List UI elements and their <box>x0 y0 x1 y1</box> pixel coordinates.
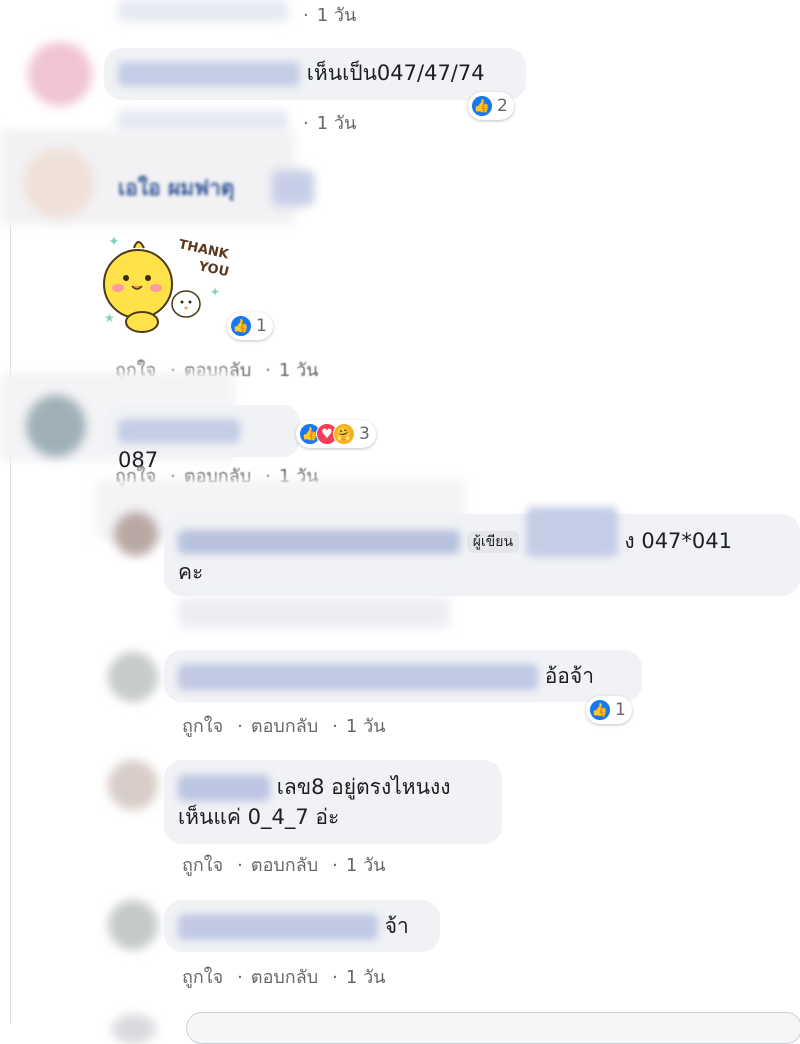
blurred-name <box>178 914 378 940</box>
sticker[interactable]: ✦ ✦ ★ THANK YOU <box>100 226 240 338</box>
comment-time[interactable]: 1 วัน <box>346 716 386 737</box>
svg-text:★: ★ <box>104 311 115 325</box>
avatar[interactable] <box>108 760 158 810</box>
commenter-name[interactable]: เอใอ ผมฟาตุ <box>118 172 234 205</box>
svg-text:YOU: YOU <box>196 259 230 280</box>
reply-input[interactable] <box>186 1012 800 1044</box>
comment-time[interactable]: 1 วัน <box>279 360 319 381</box>
blurred-name <box>178 664 538 690</box>
thread-line <box>10 225 11 1023</box>
comment-text: อ้อจ้า <box>544 664 595 688</box>
comment-bubble: เลข8 อยู่ตรงไหนงง เห็นแค่ 0_4_7 อ่ะ <box>164 760 502 844</box>
comment-text: จ้า <box>384 914 409 938</box>
blurred-name <box>118 419 240 443</box>
blurred-text <box>525 507 618 557</box>
avatar[interactable] <box>28 42 92 106</box>
author-badge: ผู้เขียน <box>466 531 520 553</box>
comment-bubble: ผู้เขียน ง 047*041 คะ <box>164 507 800 596</box>
reply-button[interactable]: ตอบกลับ <box>251 855 318 876</box>
blurred-name <box>272 170 314 206</box>
avatar[interactable] <box>108 900 158 950</box>
like-button[interactable]: ถูกใจ <box>182 967 223 988</box>
comment-bubble: 087 <box>104 405 300 472</box>
avatar[interactable] <box>114 512 158 556</box>
svg-text:✦: ✦ <box>210 285 220 299</box>
blurred-name <box>178 775 270 801</box>
blurred-meta <box>118 0 288 22</box>
comment-actions: ถูกใจ · ตอบกลับ · 1 วัน <box>182 967 386 988</box>
comment-text-line2: เห็นแค่ 0_4_7 อ่ะ <box>178 805 340 829</box>
comment-text: ง 047*041 <box>624 529 733 553</box>
svg-text:✦: ✦ <box>108 234 120 250</box>
comment-time[interactable]: · 1 วัน <box>295 108 362 137</box>
reaction-summary[interactable]: 👍 1 <box>586 696 632 724</box>
comment-actions: ถูกใจ · ตอบกลับ · 1 วัน <box>182 716 386 737</box>
reaction-summary[interactable]: 👍 ♥ 🤗 3 <box>296 420 376 448</box>
reaction-summary[interactable]: 👍 2 <box>468 92 514 120</box>
avatar[interactable] <box>112 1014 156 1044</box>
avatar[interactable] <box>108 652 158 702</box>
chick-sticker-icon: ✦ ✦ ★ THANK YOU <box>103 234 231 333</box>
blurred-name <box>178 530 460 554</box>
comment-text: เห็นเป็น047/47/74 <box>306 61 485 85</box>
comment-time[interactable]: 1 วัน <box>346 855 386 876</box>
comment-text-line2: คะ <box>178 560 204 584</box>
comment-bubble: อ้อจ้า <box>164 650 642 702</box>
like-icon: 👍 <box>471 95 493 117</box>
sticker-caption: THANK YOU <box>177 237 231 280</box>
comment-bubble: เห็นเป็น047/47/74 <box>104 48 526 100</box>
reply-button[interactable]: ตอบกลับ <box>251 716 318 737</box>
comment-text: เลข8 อยู่ตรงไหนงง <box>276 775 451 799</box>
comment-bubble: จ้า <box>164 900 440 952</box>
comment-time[interactable]: 1 วัน <box>346 967 386 988</box>
like-button[interactable]: ถูกใจ <box>182 855 223 876</box>
like-icon: 👍 <box>230 315 252 337</box>
care-icon: 🤗 <box>333 423 355 445</box>
comment-time[interactable]: · 1 วัน <box>295 0 362 29</box>
blurred-meta <box>178 598 450 628</box>
svg-text:THANK: THANK <box>177 237 231 262</box>
like-button[interactable]: ถูกใจ <box>182 716 223 737</box>
blurred-name <box>118 62 300 86</box>
reaction-summary[interactable]: 👍 1 <box>227 312 273 340</box>
like-icon: 👍 <box>589 699 611 721</box>
avatar[interactable] <box>26 395 86 457</box>
reply-button[interactable]: ตอบกลับ <box>251 967 318 988</box>
avatar[interactable] <box>24 148 94 218</box>
comment-actions: ถูกใจ · ตอบกลับ · 1 วัน <box>182 855 386 876</box>
